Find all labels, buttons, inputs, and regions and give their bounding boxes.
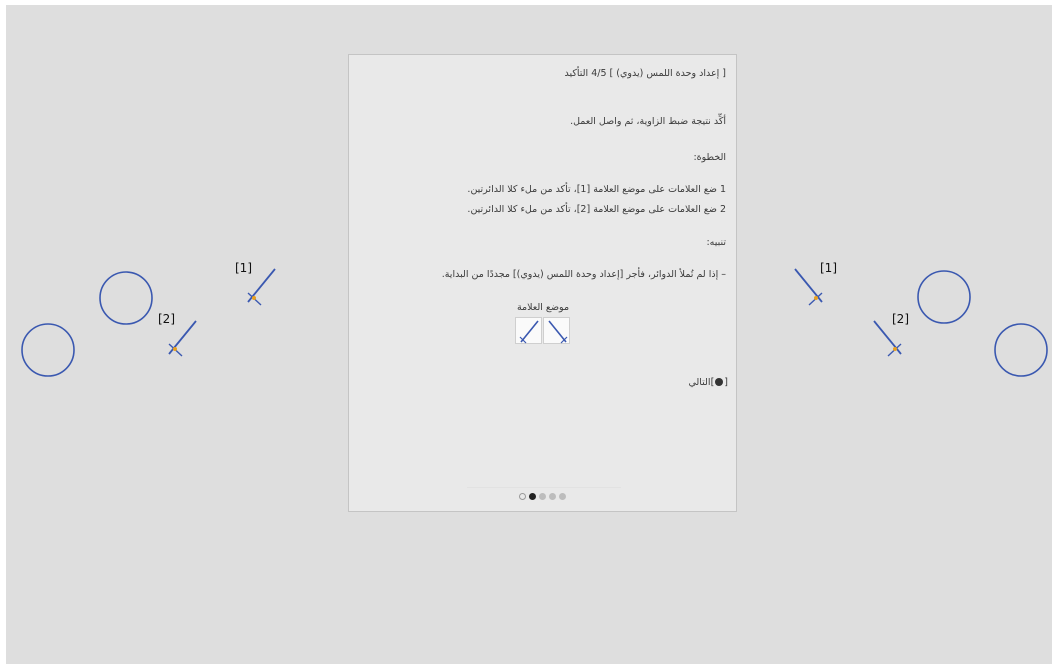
note-heading: تنبيه: [706, 237, 726, 248]
marker-right-1-icon [794, 268, 823, 306]
marker-right-1-label: [1] [820, 261, 837, 275]
marker-position-cell-left [515, 317, 542, 344]
page-dot-2 [529, 493, 536, 500]
step-2-text: 2 ضع العلامات على موضع العلامة [2]، تأكد… [467, 204, 726, 215]
target-circle-right-lower [994, 323, 1048, 377]
next-bracket-close: ] [710, 377, 715, 388]
page-dot-3 [539, 493, 546, 500]
marker-right-2-icon [873, 320, 902, 357]
target-circle-left-lower [21, 323, 75, 377]
next-label: التالي [688, 377, 711, 388]
instruction-text: أكِّد نتيجة ضبط الزاوية، ثم واصل العمل. [570, 116, 726, 127]
marker-left-1-label: [1] [235, 261, 252, 275]
marker-position-preview [515, 317, 571, 345]
marker-left-2-label: [2] [158, 312, 175, 326]
step-heading: الخطوة: [693, 152, 726, 163]
marker-left-2-icon [168, 320, 197, 357]
divider [467, 487, 621, 488]
panel-title: [ إعداد وحدة اللمس (يدوي) ] 4/5 التأكيد [564, 68, 726, 79]
marker-position-cell-right [543, 317, 570, 344]
next-button[interactable]: []التالي [688, 377, 728, 388]
target-circle-left-upper [99, 271, 153, 325]
page-dot-1 [519, 493, 526, 500]
enter-button-icon [715, 378, 724, 386]
step-1-text: 1 ضع العلامات على موضع العلامة [1]، تأكد… [467, 184, 726, 195]
target-circle-right-upper [917, 270, 971, 324]
marker-slash-icon [519, 320, 539, 344]
marker-left-1-icon [247, 268, 276, 306]
confirmation-panel: [ إعداد وحدة اللمس (يدوي) ] 4/5 التأكيد … [348, 54, 737, 512]
page-dot-4 [549, 493, 556, 500]
next-bracket-open: [ [724, 377, 728, 388]
marker-right-2-label: [2] [892, 312, 909, 326]
marker-position-label: موضع العلامة [516, 302, 570, 313]
warning-text: – إذا لم تُملأ الدوائر، فأجر [إعداد وحدة… [441, 269, 726, 280]
marker-backslash-icon [548, 320, 568, 344]
page-dot-5 [559, 493, 566, 500]
page-indicator [349, 493, 736, 500]
